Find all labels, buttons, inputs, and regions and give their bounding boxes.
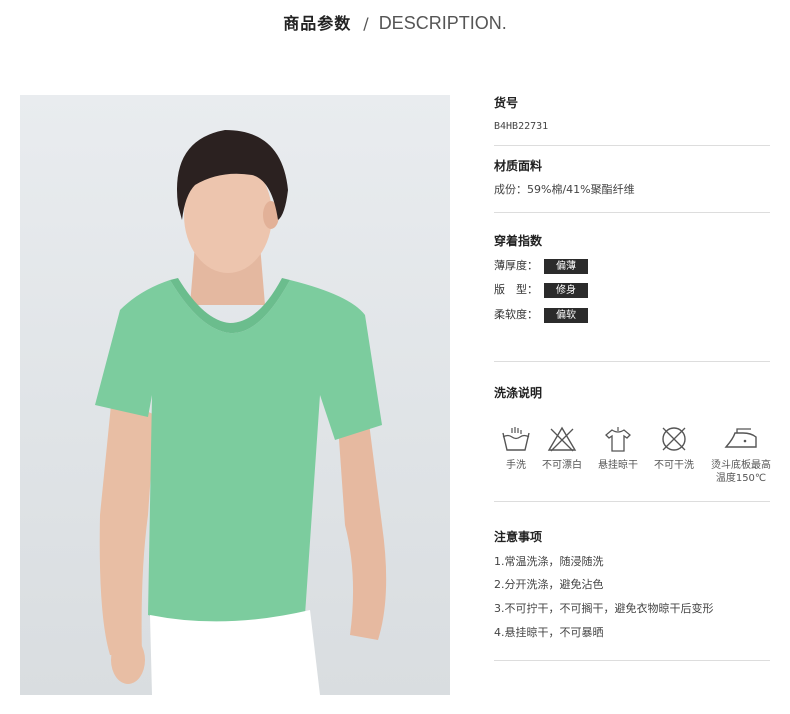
item-no-label: 货号	[494, 96, 519, 110]
title-cn: 商品参数	[283, 14, 352, 33]
divider	[494, 501, 770, 502]
care-item-label: 不可干洗	[654, 460, 694, 471]
hang-dry-icon	[605, 427, 631, 452]
notes-label: 注意事项	[494, 530, 543, 544]
title-separator: /	[363, 14, 369, 33]
wear-row-softness: 柔软度： 偏软	[494, 306, 588, 323]
care-item-no-dry-clean: 不可干洗	[644, 425, 704, 472]
care-item-label-line1: 烫斗底板最高	[711, 460, 771, 471]
care-item-label: 不可漂白	[542, 460, 582, 471]
material-value: 成份：59%棉/41%聚酯纤维	[494, 183, 635, 196]
wear-row-name: 薄厚度：	[494, 259, 538, 272]
care-item-label-line2: 温度150℃	[715, 473, 767, 484]
note-item: 3.不可拧干，不可搁干，避免衣物晾干后变形	[494, 602, 714, 615]
care-item-label: 烫斗底板最高 温度150℃	[704, 459, 778, 485]
material-label: 材质面料	[494, 159, 543, 173]
model-illustration	[95, 130, 387, 695]
wear-row-fit: 版 型： 修身	[494, 281, 588, 298]
care-item-hang-dry: 悬挂晾干	[588, 425, 648, 472]
divider	[494, 212, 770, 213]
care-icons: 手洗 不可漂白 悬挂晾干 不可干洗 烫斗底板最高 温度150℃	[486, 425, 786, 495]
title-en: DESCRIPTION.	[378, 13, 507, 33]
wear-tag: 偏软	[544, 307, 588, 323]
page-header: 商品参数 / DESCRIPTION.	[0, 10, 790, 34]
note-item: 1.常温洗涤，随浸随洗	[494, 555, 604, 568]
no-bleach-icon	[547, 426, 577, 452]
hand-wash-icon	[502, 427, 530, 451]
wear-tag: 修身	[544, 282, 588, 298]
care-label: 洗涤说明	[494, 386, 543, 400]
divider	[494, 145, 770, 146]
care-item-iron: 烫斗底板最高 温度150℃	[704, 425, 778, 485]
wear-row-name: 柔软度：	[494, 308, 538, 321]
wear-row-thickness: 薄厚度： 偏薄	[494, 257, 588, 274]
divider	[494, 361, 770, 362]
wear-row-name: 版 型：	[494, 283, 538, 296]
wear-tag: 偏薄	[544, 258, 588, 274]
divider	[494, 660, 770, 661]
product-photo	[20, 95, 450, 695]
note-item: 2.分开洗涤，避免沾色	[494, 578, 604, 591]
iron-icon	[724, 428, 757, 448]
wear-label: 穿着指数	[494, 234, 543, 248]
item-no-value: B4HB22731	[494, 121, 549, 132]
care-item-label: 悬挂晾干	[598, 460, 638, 471]
care-item-no-bleach: 不可漂白	[532, 425, 592, 472]
no-dry-clean-icon	[662, 427, 686, 451]
note-item: 4.悬挂晾干，不可暴晒	[494, 626, 604, 639]
